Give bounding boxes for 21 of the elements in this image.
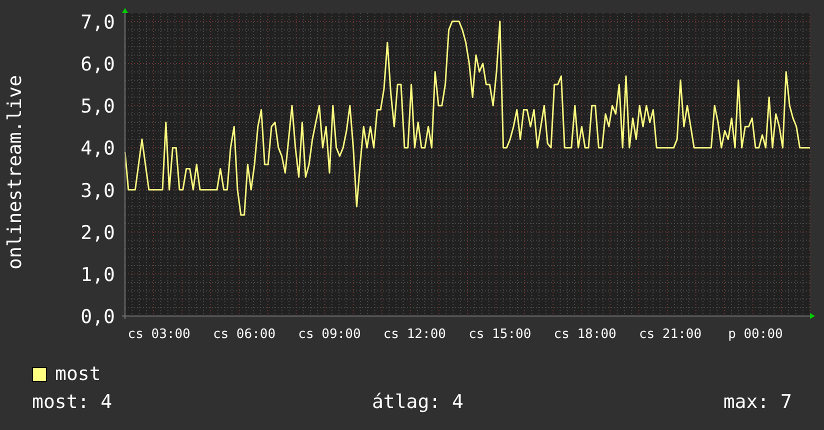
y-tick-label: 3,0 — [80, 180, 115, 202]
legend-label: most — [55, 363, 101, 385]
y-tick-label: 5,0 — [80, 96, 115, 118]
x-tick-label: cs 09:00 — [298, 327, 361, 342]
x-tick-label: cs 06:00 — [212, 327, 276, 342]
stat-text: max: 7 — [723, 391, 792, 413]
x-tick-label: cs 15:00 — [468, 327, 532, 342]
y-tick-label: 7,0 — [80, 11, 115, 34]
axis-title: onlinestream.live — [4, 75, 26, 270]
x-tick-label: cs 03:00 — [128, 327, 190, 342]
x-tick-label: p 00:00 — [728, 327, 783, 342]
stat-text: átlag: 4 — [372, 391, 464, 413]
x-tick-label: cs 18:00 — [554, 327, 616, 342]
y-tick-label: 6,0 — [80, 54, 115, 76]
x-tick-label: cs 12:00 — [383, 327, 446, 342]
y-tick-label: 4,0 — [80, 138, 115, 160]
stat-text: most: 4 — [32, 391, 112, 413]
x-tick-label: cs 21:00 — [638, 327, 702, 342]
y-tick-label: 0,0 — [80, 306, 115, 328]
y-tick-label: 1,0 — [80, 264, 115, 286]
y-tick-label: 2,0 — [80, 222, 115, 244]
